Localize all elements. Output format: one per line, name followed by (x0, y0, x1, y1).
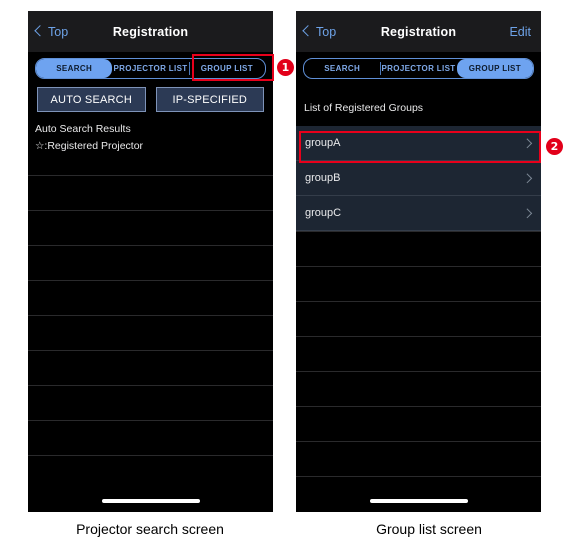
table-row[interactable] (28, 315, 273, 350)
table-row[interactable] (296, 301, 541, 336)
right-navbar: Top Registration Edit (296, 11, 541, 52)
table-row[interactable] (28, 420, 273, 455)
figure-root: Top Registration SEARCH PROJECTOR LIST G… (0, 0, 570, 547)
auto-search-button[interactable]: AUTO SEARCH (37, 87, 146, 112)
ip-specified-button[interactable]: IP-SPECIFIED (155, 87, 264, 112)
table-row[interactable] (296, 266, 541, 301)
table-row[interactable] (296, 231, 541, 266)
auto-search-results-label: Auto Search Results (28, 121, 273, 138)
callout-badge-1: 1 (277, 59, 294, 76)
page-title: Registration (112, 24, 189, 39)
edit-button[interactable]: Edit (509, 25, 531, 39)
spacer (296, 115, 541, 126)
list-item-groupA[interactable]: groupA (296, 126, 541, 161)
registration-tabs[interactable]: SEARCH PROJECTOR LIST GROUP LIST (35, 58, 266, 79)
results-labels: Auto Search Results ☆:Registered Project… (28, 112, 273, 155)
registration-tabs[interactable]: SEARCH PROJECTOR LIST GROUP LIST (303, 58, 534, 79)
table-row[interactable] (28, 455, 273, 490)
home-indicator[interactable] (369, 499, 468, 503)
table-row[interactable] (28, 210, 273, 245)
page-title: Registration (380, 24, 457, 39)
registered-projector-legend: ☆:Registered Projector (28, 138, 273, 155)
table-row[interactable] (296, 476, 541, 511)
left-navbar: Top Registration (28, 11, 273, 52)
group-name: groupA (305, 137, 341, 149)
table-row[interactable] (28, 280, 273, 315)
group-list: groupA groupB groupC (296, 126, 541, 231)
list-item-groupB[interactable]: groupB (296, 161, 541, 196)
tab-projector-list[interactable]: PROJECTOR LIST (112, 59, 188, 78)
callout-badge-2: 2 (546, 138, 563, 155)
tab-projector-list[interactable]: PROJECTOR LIST (380, 59, 456, 78)
chevron-right-icon (522, 138, 532, 148)
caption-right: Group list screen (376, 521, 482, 537)
table-row[interactable] (296, 441, 541, 476)
search-actions: AUTO SEARCH IP-SPECIFIED (28, 79, 273, 112)
left-result-rows (28, 175, 273, 490)
home-indicator[interactable] (101, 499, 200, 503)
left-segmented-wrap: SEARCH PROJECTOR LIST GROUP LIST (28, 52, 273, 79)
list-item-groupC[interactable]: groupC (296, 196, 541, 231)
section-title-registered-groups: List of Registered Groups (304, 102, 424, 114)
chevron-right-icon (522, 208, 532, 218)
group-name: groupC (305, 207, 342, 219)
table-row[interactable] (28, 385, 273, 420)
table-row[interactable] (296, 336, 541, 371)
group-name: groupB (305, 172, 341, 184)
spacer (296, 79, 541, 101)
right-segmented-wrap: SEARCH PROJECTOR LIST GROUP LIST (296, 52, 541, 79)
caption-left: Projector search screen (76, 521, 224, 537)
tab-group-list[interactable]: GROUP LIST (456, 59, 533, 78)
table-row[interactable] (28, 350, 273, 385)
tab-search[interactable]: SEARCH (36, 59, 113, 78)
tab-group-list[interactable]: GROUP LIST (188, 59, 265, 78)
table-row[interactable] (28, 175, 273, 210)
table-row[interactable] (28, 245, 273, 280)
group-list-screen: Top Registration Edit SEARCH PROJECTOR L… (296, 11, 541, 512)
table-row[interactable] (296, 371, 541, 406)
chevron-right-icon (522, 173, 532, 183)
right-empty-rows (296, 231, 541, 511)
tab-search[interactable]: SEARCH (304, 59, 380, 78)
table-row[interactable] (296, 406, 541, 441)
projector-search-screen: Top Registration SEARCH PROJECTOR LIST G… (28, 11, 273, 512)
